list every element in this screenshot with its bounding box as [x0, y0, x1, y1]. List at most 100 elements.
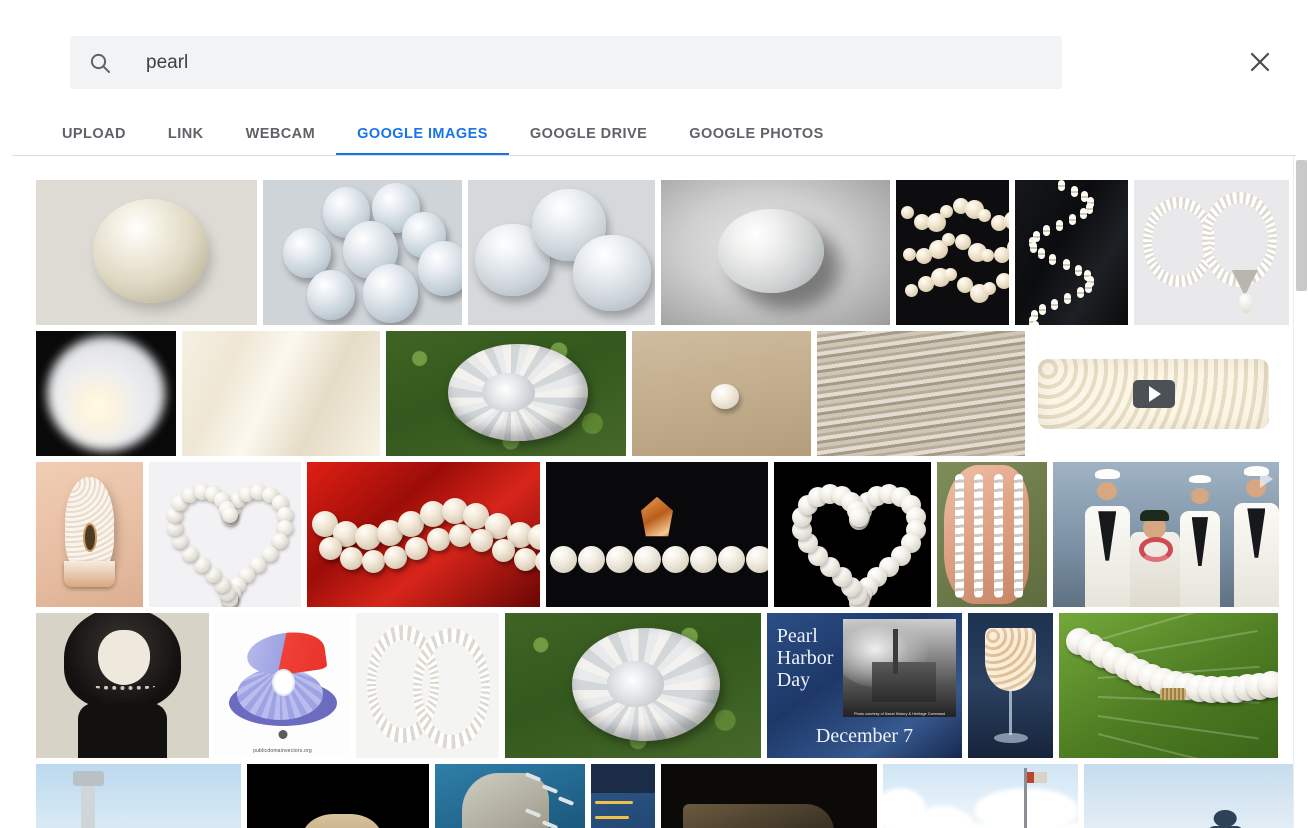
image-result-woven-pearl-bracelet-video[interactable]	[1031, 331, 1276, 456]
tab-webcam[interactable]: WEBCAM	[225, 112, 337, 156]
image-result-pearl-easter-egg-trinket[interactable]	[36, 462, 143, 607]
image-thumbnail	[468, 180, 655, 325]
image-result-pearl-on-sand[interactable]	[632, 331, 811, 456]
image-thumbnail	[36, 462, 143, 607]
results-scrollbar[interactable]	[1293, 156, 1308, 828]
image-result-pearl-harbor-day-poster[interactable]: Photo courtesy of Naval History & Herita…	[767, 613, 962, 758]
image-result-object-on-black[interactable]	[247, 764, 429, 828]
image-thumbnail	[1084, 764, 1308, 828]
play-triangle	[1149, 385, 1161, 402]
image-thumbnail	[968, 613, 1053, 758]
tab-label: GOOGLE DRIVE	[529, 126, 648, 142]
image-thumbnail	[546, 462, 768, 607]
close-button[interactable]	[1238, 40, 1282, 84]
image-result-two-pearl-necklaces[interactable]	[356, 613, 499, 758]
scrollbar-thumb[interactable]	[1296, 160, 1307, 291]
photo-credit: Photo courtesy of Naval History & Herita…	[854, 712, 946, 717]
tab-label: GOOGLE PHOTOS	[689, 126, 824, 142]
play-icon[interactable]	[1132, 379, 1175, 408]
image-result-harbor-tower-view[interactable]	[36, 764, 241, 828]
image-result-pearl-necklace-with-pendant[interactable]	[1134, 180, 1289, 325]
image-grid-row: publicdomainvectors.org Photo courtesy of…	[36, 613, 1308, 758]
image-thumbnail	[591, 764, 655, 828]
image-thumbnail	[386, 331, 626, 456]
image-thumbnail	[247, 764, 429, 828]
image-result-nautilus-shell-on-moss-2[interactable]	[505, 613, 761, 758]
image-grid-row	[36, 462, 1308, 607]
search-input[interactable]	[146, 51, 1062, 74]
image-result-nautilus-shell-on-moss[interactable]	[386, 331, 626, 456]
image-grid-row	[36, 331, 1308, 456]
image-thumbnail	[36, 331, 176, 456]
image-grid-row: 17	[36, 764, 1308, 828]
image-result-pearl-necklace-on-green-leaf[interactable]	[1059, 613, 1278, 758]
image-result-pearl-strands-on-black[interactable]	[896, 180, 1009, 325]
tab-google-photos[interactable]: GOOGLE PHOTOS	[668, 112, 845, 156]
image-result-navy-sailors-with-veteran[interactable]	[1053, 462, 1279, 607]
image-thumbnail	[149, 462, 301, 607]
image-thumbnail	[661, 180, 890, 325]
image-grid-row	[36, 180, 1308, 325]
image-picker-dialog: UPLOAD LINK WEBCAM GOOGLE IMAGES GOOGLE …	[0, 0, 1308, 828]
source-tabs: UPLOAD LINK WEBCAM GOOGLE IMAGES GOOGLE …	[0, 112, 1308, 156]
chevron-right-icon[interactable]	[1260, 470, 1273, 488]
tab-label: UPLOAD	[62, 126, 126, 142]
image-thumbnail	[356, 613, 499, 758]
image-result-flag-against-sky[interactable]	[883, 764, 1078, 828]
image-thumbnail	[1059, 613, 1278, 758]
image-result-group-of-loose-pearls[interactable]	[263, 180, 462, 325]
search-header	[0, 0, 1308, 112]
image-thumbnail	[435, 764, 585, 828]
image-thumbnail	[1015, 180, 1128, 325]
image-result-hand-holding-pearl-strands[interactable]	[937, 462, 1047, 607]
image-thumbnail	[1053, 462, 1279, 607]
image-thumbnail	[896, 180, 1009, 325]
image-grid: publicdomainvectors.org Photo courtesy of…	[36, 180, 1308, 828]
image-thumbnail	[36, 613, 209, 758]
image-result-pearl-harbor-infobox[interactable]	[591, 764, 655, 828]
image-result-aerial-harbor-map[interactable]	[435, 764, 585, 828]
tab-label: GOOGLE IMAGES	[357, 126, 488, 142]
image-result-gemstone-with-pearls[interactable]	[546, 462, 768, 607]
image-thumbnail	[263, 180, 462, 325]
image-result-three-baroque-pearls[interactable]	[468, 180, 655, 325]
tab-label: LINK	[167, 126, 204, 142]
image-result-pearl-necklace-on-black-silk[interactable]	[1015, 180, 1128, 325]
tab-link[interactable]: LINK	[147, 112, 225, 156]
tab-google-images[interactable]: GOOGLE IMAGES	[336, 112, 509, 156]
image-result-blurred-pearl-on-black[interactable]	[36, 331, 176, 456]
image-result-white-pearls-heart-shape[interactable]	[149, 462, 301, 607]
poster-date: December 7	[815, 724, 914, 747]
image-result-oyster-with-pearl-clipart[interactable]: publicdomainvectors.org	[215, 613, 350, 758]
image-caption: publicdomainvectors.org	[253, 747, 312, 754]
image-thumbnail	[817, 331, 1025, 456]
search-field[interactable]	[70, 36, 1062, 89]
image-result-grey-pearl-on-grey[interactable]	[661, 180, 890, 325]
search-icon	[88, 51, 112, 75]
poster-title: Pearl Harbor Day	[776, 624, 834, 692]
image-result-pearls-on-red-silk[interactable]	[307, 462, 540, 607]
image-result-single-cream-pearl[interactable]	[36, 180, 257, 325]
image-thumbnail	[307, 462, 540, 607]
image-thumbnail	[883, 764, 1078, 828]
tab-google-drive[interactable]: GOOGLE DRIVE	[509, 112, 668, 156]
image-thumbnail	[182, 331, 380, 456]
image-result-pearls-on-ivory-satin[interactable]	[182, 331, 380, 456]
image-thumbnail	[774, 462, 931, 607]
image-results-area: publicdomainvectors.org Photo courtesy of…	[0, 156, 1308, 828]
image-thumbnail	[36, 180, 257, 325]
image-thumbnail: Photo courtesy of Naval History & Herita…	[767, 613, 962, 758]
image-result-many-pearl-strands[interactable]	[817, 331, 1025, 456]
image-thumbnail: publicdomainvectors.org	[215, 613, 350, 758]
image-result-aircraft-wreckage-exhibit[interactable]: 17	[661, 764, 877, 828]
image-thumbnail	[937, 462, 1047, 607]
image-result-memorial-silhouettes[interactable]	[1084, 764, 1308, 828]
image-result-pearl-heart-on-black[interactable]	[774, 462, 931, 607]
image-thumbnail	[505, 613, 761, 758]
image-thumbnail	[1134, 180, 1289, 325]
image-thumbnail	[36, 764, 241, 828]
tab-upload[interactable]: UPLOAD	[41, 112, 147, 156]
image-result-woman-black-and-white-portrait[interactable]	[36, 613, 209, 758]
image-thumbnail	[632, 331, 811, 456]
image-result-wine-glass-full-of-pearls[interactable]	[968, 613, 1053, 758]
